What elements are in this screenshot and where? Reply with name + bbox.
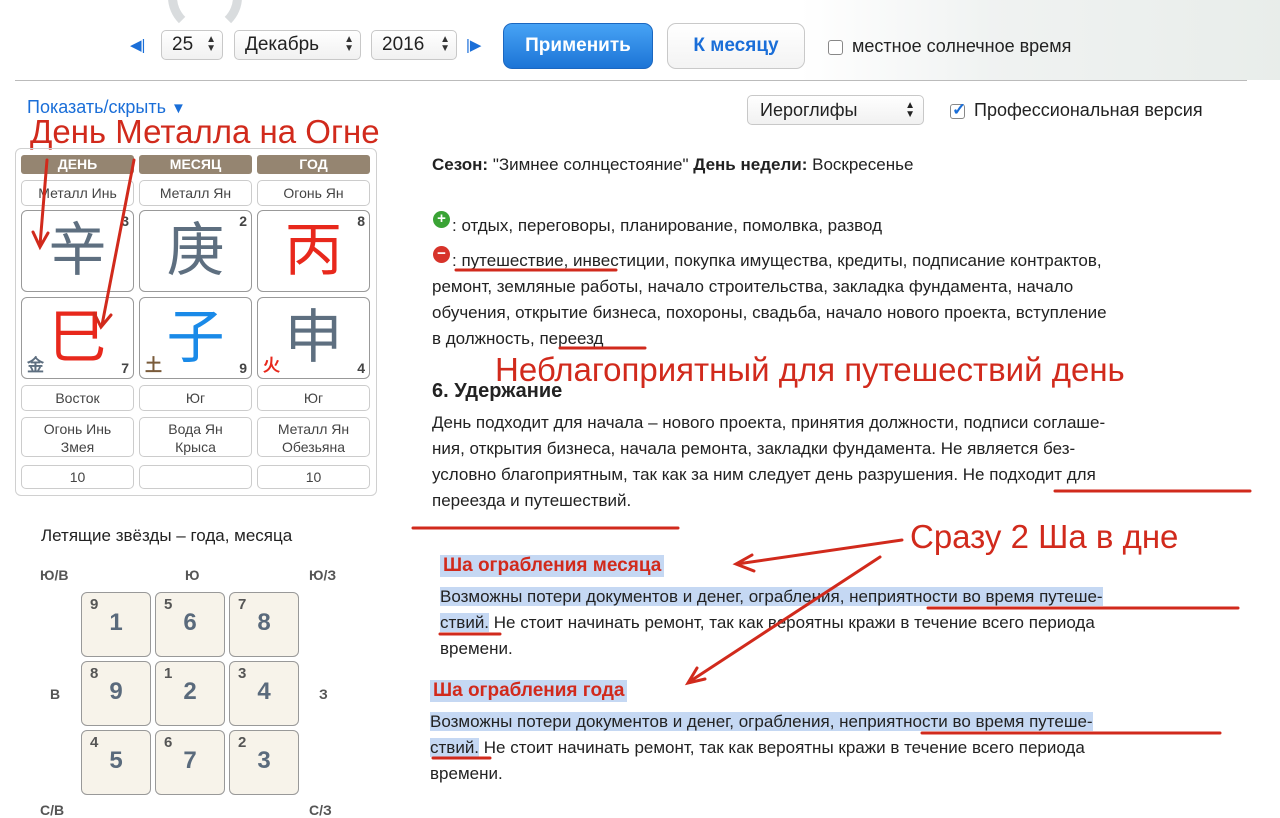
annotation-overlay (31, 158, 1252, 760)
arrow-to-sha-year (687, 555, 882, 684)
arrow-to-branch-day (100, 158, 136, 327)
arrow-to-stem-day (38, 158, 49, 247)
